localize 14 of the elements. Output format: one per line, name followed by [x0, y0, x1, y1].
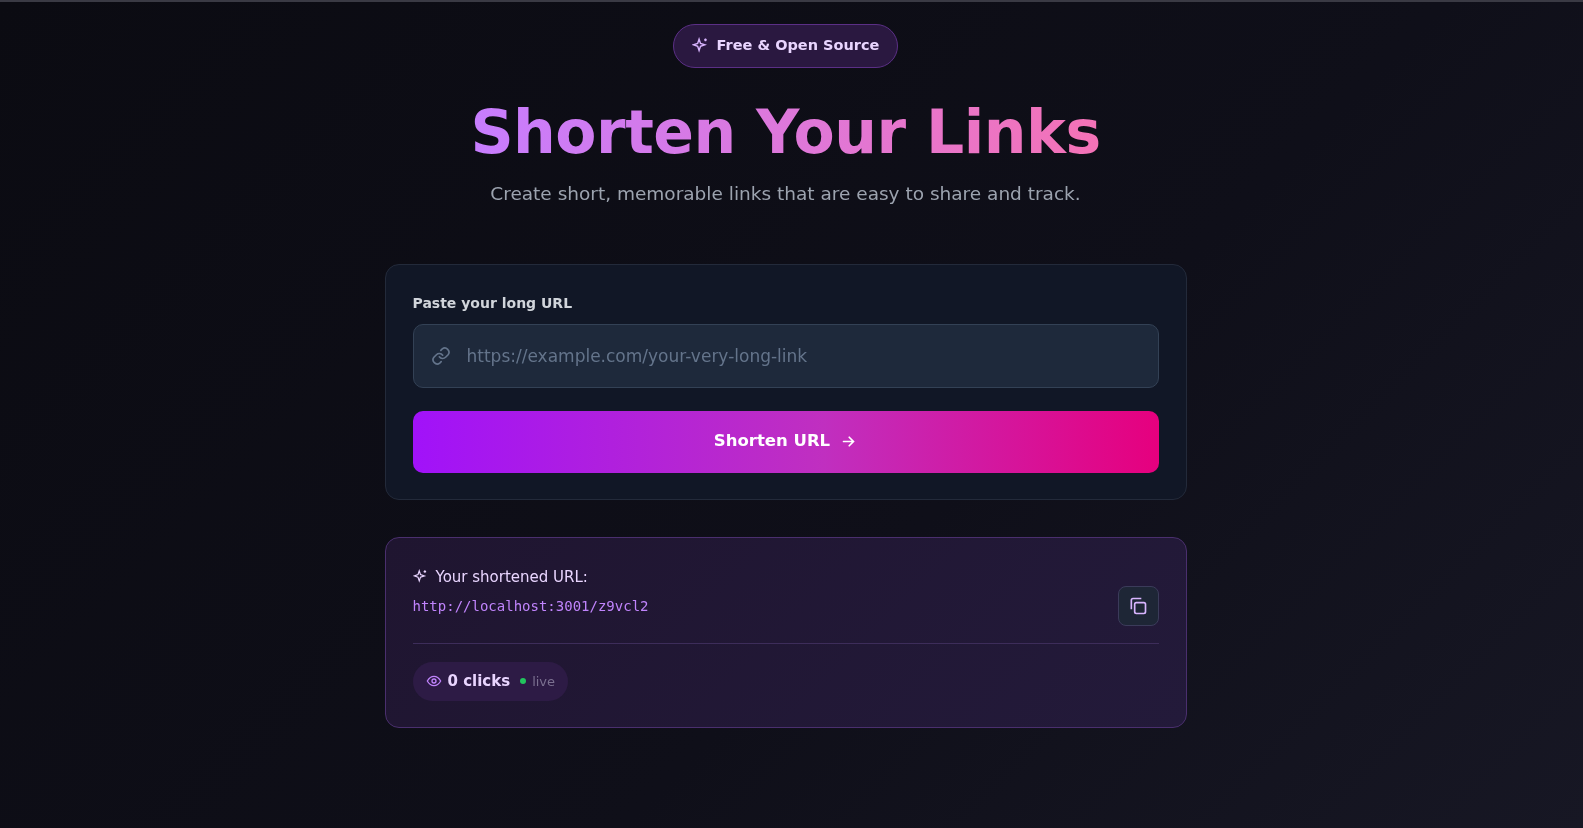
shorten-button[interactable]: Shorten URL [412, 410, 1159, 473]
badge-label: Free & Open Source [716, 36, 880, 55]
subtitle: Create short, memorable links that are easy to share and track. [489, 181, 1082, 206]
arrow-icon [840, 433, 858, 450]
url-input-field[interactable]: https://example.com/your-very-long-link [412, 323, 1159, 388]
clicks-count: 0 clicks [447, 671, 511, 692]
result-heading: Your shortened URL: [435, 566, 588, 588]
short-url-link[interactable]: http://localhost:3001/z9vcl2 [412, 595, 649, 617]
field-label: Paste your long URL [412, 293, 573, 313]
copy-icon [1128, 596, 1148, 616]
live-label: live [532, 672, 556, 691]
link-icon [430, 345, 451, 366]
sparkle-icon [412, 569, 428, 585]
copy-button[interactable] [1117, 586, 1159, 626]
